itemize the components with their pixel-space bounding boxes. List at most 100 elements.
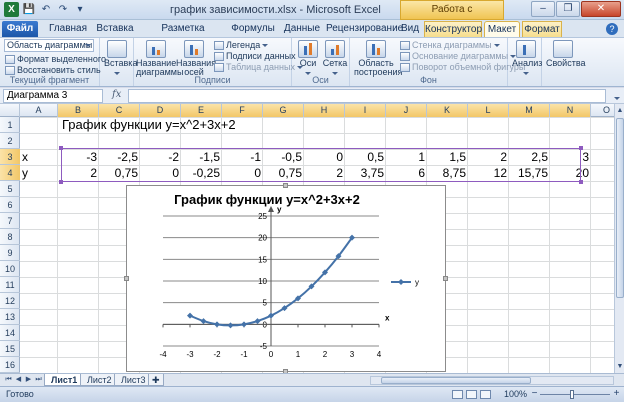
cell-b1-title[interactable]: График функции y=x^2+3x+2 [62,117,236,133]
cell-x-value[interactable]: -3 [58,149,99,165]
worksheet-grid[interactable]: График функции y=x^2+3x+2 x y -3 -2,5 -2 -1… [20,117,614,373]
chart-object[interactable]: График функции y=x^2+3x+2 -50 5 10 15 20 25 -4… [124,183,448,373]
tab-formulas[interactable]: Формулы [228,21,278,37]
column-header-h[interactable]: H [304,104,345,117]
range-handle-bottom-right[interactable] [579,180,583,184]
cell-y-value[interactable]: 0,75 [99,165,140,181]
axes-button[interactable]: Оси [296,40,320,77]
cell-x-value[interactable]: -2,5 [99,149,140,165]
cell-x-value[interactable]: 2,5 [509,149,550,165]
sheet-tab-2[interactable]: Лист2 [80,374,119,386]
tab-home[interactable]: Главная [46,21,90,37]
cell-x-value[interactable]: 0 [304,149,345,165]
help-icon[interactable]: ? [606,23,618,35]
cell-y-value[interactable]: 12 [468,165,509,181]
insert-sheet-icon[interactable]: ✚ [148,374,164,386]
row-header-11[interactable]: 11 [0,277,20,293]
row-header-15[interactable]: 15 [0,341,20,357]
format-selection-button[interactable]: Формат выделенного [5,54,106,64]
sheet-tab-3[interactable]: Лист3 [114,374,153,386]
cell-x-value[interactable]: 1 [386,149,427,165]
save-icon[interactable]: 💾 [22,3,36,17]
tab-data[interactable]: Данные [280,21,324,37]
tab-insert[interactable]: Вставка [92,21,138,37]
data-point-marker[interactable] [187,312,193,319]
cell-y-value[interactable]: 0,75 [263,165,304,181]
column-header-f[interactable]: F [222,104,263,117]
data-point-marker[interactable] [214,321,220,328]
cell-x-value[interactable]: -1 [222,149,263,165]
close-button[interactable]: ✕ [581,1,621,17]
axis-titles-button[interactable]: Названия осей [176,40,216,77]
data-labels-button[interactable]: Подписи данных [214,51,304,61]
row-header-3[interactable]: 3 [0,149,20,165]
cell-y-value[interactable]: 15,75 [509,165,550,181]
row-header-1[interactable]: 1 [0,117,20,133]
column-header-m[interactable]: M [509,104,550,117]
legend-entry[interactable]: y [415,278,419,287]
range-handle-bottom-left[interactable] [59,180,63,184]
cell-y-value[interactable]: 0 [140,165,181,181]
cell-y-value[interactable]: 6 [386,165,427,181]
zoom-slider[interactable] [540,394,610,395]
reset-style-button[interactable]: Восстановить стиль [5,65,101,75]
data-point-marker[interactable] [227,322,234,329]
qat-dropdown-icon[interactable]: ▾ [73,3,87,17]
prev-sheet-icon[interactable]: ◀ [14,375,23,385]
select-all-corner[interactable] [0,104,20,117]
chart-resize-handle-top[interactable] [283,183,288,188]
plot-area-button[interactable]: Область построения [354,40,402,77]
chart-resize-handle-right[interactable] [443,276,448,281]
row-header-9[interactable]: 9 [0,245,20,261]
row-header-10[interactable]: 10 [0,261,20,277]
tab-file[interactable]: Файл [2,21,38,37]
horizontal-scrollbar[interactable] [370,376,614,385]
column-header-b[interactable]: B [58,104,99,117]
last-sheet-icon[interactable]: ⏭ [34,375,43,385]
column-header-j[interactable]: J [386,104,427,117]
cell-x-value[interactable]: -0,5 [263,149,304,165]
formula-input[interactable] [128,89,606,103]
cell-a3-x-label[interactable]: x [22,149,28,165]
first-sheet-icon[interactable]: ⏮ [4,375,13,385]
row-header-2[interactable]: 2 [0,133,20,149]
cell-y-value[interactable]: 8,75 [427,165,468,181]
redo-icon[interactable]: ↷ [56,3,70,17]
cell-x-value[interactable]: 2 [468,149,509,165]
horizontal-scroll-thumb[interactable] [381,377,531,384]
chart-resize-handle-left[interactable] [124,276,129,281]
3d-rotation-button[interactable]: Поворот объемной фигуры [400,62,525,72]
tab-format[interactable]: Формат [522,21,562,37]
row-header-8[interactable]: 8 [0,229,20,245]
row-header-16[interactable]: 16 [0,357,20,373]
column-header-l[interactable]: L [468,104,509,117]
minimize-button[interactable]: – [531,1,555,17]
tab-view[interactable]: Вид [398,21,422,37]
data-point-marker[interactable] [241,321,247,328]
tab-design[interactable]: Конструктор [424,21,482,37]
cell-y-value[interactable]: 2 [58,165,99,181]
sheet-tab-1[interactable]: Лист1 [44,374,85,386]
undo-icon[interactable]: ↶ [39,3,53,17]
column-header-i[interactable]: I [345,104,386,117]
analysis-button[interactable]: Анализ [512,40,542,77]
next-sheet-icon[interactable]: ▶ [24,375,33,385]
chart-floor-button[interactable]: Основание диаграммы [400,51,517,61]
normal-view-icon[interactable] [452,390,463,399]
insert-button[interactable]: Вставка [104,40,137,77]
cell-y-value[interactable]: -0,25 [181,165,222,181]
row-header-13[interactable]: 13 [0,309,20,325]
column-header-d[interactable]: D [140,104,181,117]
expand-formula-bar-icon[interactable] [614,91,620,103]
column-header-g[interactable]: G [263,104,304,117]
restore-button[interactable]: ❐ [556,1,580,17]
cell-y-value[interactable]: 0 [222,165,263,181]
column-header-a[interactable]: A [20,104,58,117]
cell-a4-y-label[interactable]: y [22,165,28,181]
column-header-k[interactable]: K [427,104,468,117]
name-box[interactable]: Диаграмма 3 [3,89,103,103]
column-header-c[interactable]: C [99,104,140,117]
cell-x-value[interactable]: 3 [550,149,591,165]
cell-x-value[interactable]: 0,5 [345,149,386,165]
cell-x-value[interactable]: -1,5 [181,149,222,165]
